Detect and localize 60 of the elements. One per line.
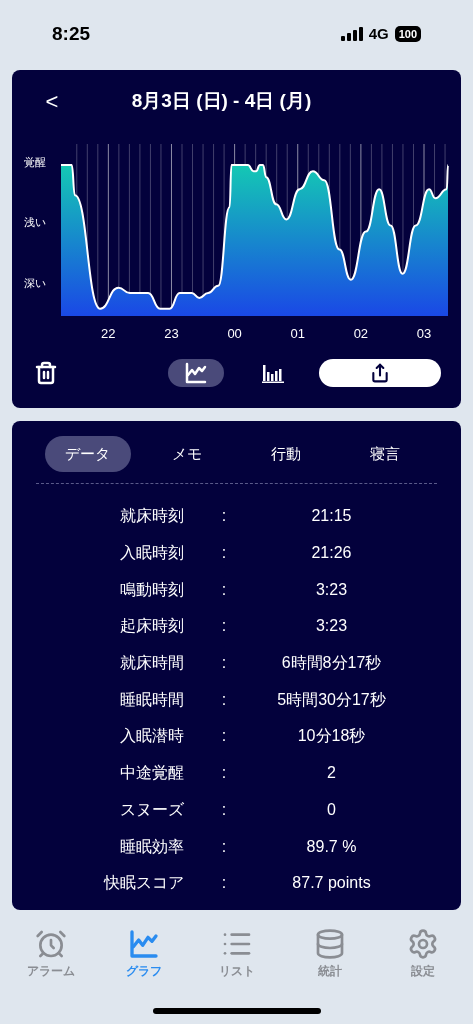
row-value: 3:23 [314, 579, 349, 600]
y-axis-label: 浅い [24, 216, 46, 229]
y-axis-label: 覚醒 [24, 156, 46, 169]
row-value: 3:23 [314, 616, 349, 637]
row-value: 87.7 points [291, 873, 372, 894]
share-icon [370, 363, 390, 383]
x-axis-label: 00 [227, 326, 242, 341]
row-label: 睡眠時間 [119, 689, 185, 710]
y-axis-label: 深い [24, 276, 46, 289]
alarm-clock-icon [34, 928, 67, 960]
signal-icon [340, 27, 363, 41]
x-axis-label: 22 [101, 326, 116, 341]
row-value: 89.7 % [305, 836, 358, 857]
date-title: 8月3日 (日) - 4日 (月) [130, 88, 313, 113]
row-separator: : [220, 763, 228, 784]
bar-chart-icon [262, 363, 286, 383]
row-value: 21:26 [310, 543, 353, 564]
row-label: 快眠スコア [102, 873, 185, 894]
line-chart-view-button[interactable] [168, 359, 224, 387]
row-value: 5時間30分17秒 [276, 689, 387, 710]
share-button[interactable] [319, 359, 441, 387]
network-label: 4G [368, 23, 389, 44]
row-label: スヌーズ [119, 799, 185, 820]
row-value: 2 [326, 763, 337, 784]
row-label: 入眠潜時 [119, 726, 185, 747]
back-button[interactable]: < [42, 84, 62, 118]
row-separator: : [220, 726, 228, 747]
tab[interactable]: メモ [143, 436, 230, 472]
row-separator: : [220, 799, 228, 820]
x-axis-label: 01 [290, 326, 305, 341]
tab[interactable]: 行動 [243, 436, 330, 472]
row-separator: : [220, 653, 228, 674]
row-label: 起床時刻 [119, 616, 185, 637]
x-axis-label: 03 [416, 326, 432, 341]
tab[interactable]: データ [44, 436, 131, 472]
line-chart-icon [184, 361, 208, 385]
x-axis-label: 02 [353, 326, 369, 341]
row-separator: : [220, 579, 228, 600]
row-separator: : [220, 689, 228, 710]
row-value: 6時間8分17秒 [280, 653, 383, 674]
row-label: 鳴動時刻 [119, 579, 185, 600]
x-axis-label: 23 [164, 326, 179, 341]
row-separator: : [220, 616, 228, 637]
status-time: 8:25 [52, 21, 91, 46]
line-chart-icon [127, 928, 160, 960]
row-separator: : [220, 836, 228, 857]
trash-icon [34, 361, 58, 385]
tab[interactable]: 寝言 [342, 436, 429, 472]
row-value: 0 [326, 799, 337, 820]
row-separator: : [220, 543, 228, 564]
row-label: 就床時刻 [119, 506, 185, 527]
row-separator: : [220, 873, 228, 894]
battery-indicator: 100 [394, 26, 421, 42]
row-label: 入眠時刻 [119, 543, 185, 564]
row-label: 就床時間 [119, 653, 185, 674]
row-separator: : [220, 506, 228, 527]
row-label: 睡眠効率 [119, 836, 185, 857]
row-label: 中途覚醒 [119, 763, 185, 784]
row-value: 10分18秒 [296, 726, 367, 747]
row-value: 21:15 [310, 506, 353, 527]
